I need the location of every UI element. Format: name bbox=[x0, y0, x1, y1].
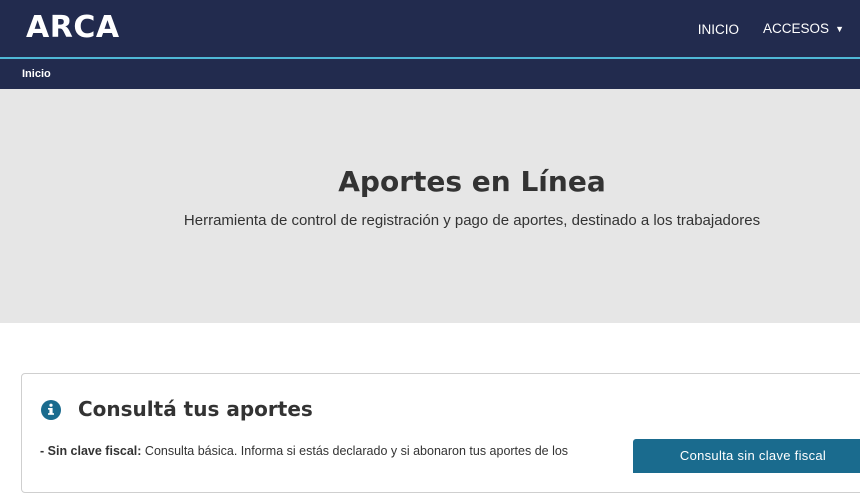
hero-banner: Aportes en Línea Herramienta de control … bbox=[0, 89, 860, 323]
consulta-aportes-card: Consultá tus aportes - Sin clave fiscal:… bbox=[21, 373, 860, 493]
consulta-sin-clave-button[interactable]: Consulta sin clave fiscal bbox=[633, 439, 860, 473]
page-subtitle: Herramienta de control de registración y… bbox=[183, 212, 761, 229]
card-title: Consultá tus aportes bbox=[78, 397, 313, 421]
main-nav: INICIO ACCESOS ▼ bbox=[674, 19, 844, 40]
page-title: Aportes en Línea bbox=[338, 165, 606, 198]
nav-accesos-label: ACCESOS bbox=[763, 21, 830, 36]
sin-clave-description: - Sin clave fiscal: Consulta básica. Inf… bbox=[40, 443, 568, 460]
nav-accesos-dropdown[interactable]: ACCESOS ▼ bbox=[763, 19, 844, 40]
top-navbar: ARCA INICIO ACCESOS ▼ bbox=[0, 0, 860, 57]
info-circle-icon bbox=[41, 400, 61, 420]
sin-clave-label: - Sin clave fiscal: bbox=[40, 444, 142, 458]
arca-logo[interactable]: ARCA bbox=[26, 10, 120, 46]
sin-clave-text: Consulta básica. Informa si estás declar… bbox=[141, 444, 569, 458]
nav-inicio-link[interactable]: INICIO bbox=[698, 20, 739, 40]
caret-down-icon: ▼ bbox=[835, 24, 844, 34]
breadcrumb-bar: Inicio bbox=[0, 59, 860, 89]
breadcrumb-inicio[interactable]: Inicio bbox=[22, 67, 51, 81]
